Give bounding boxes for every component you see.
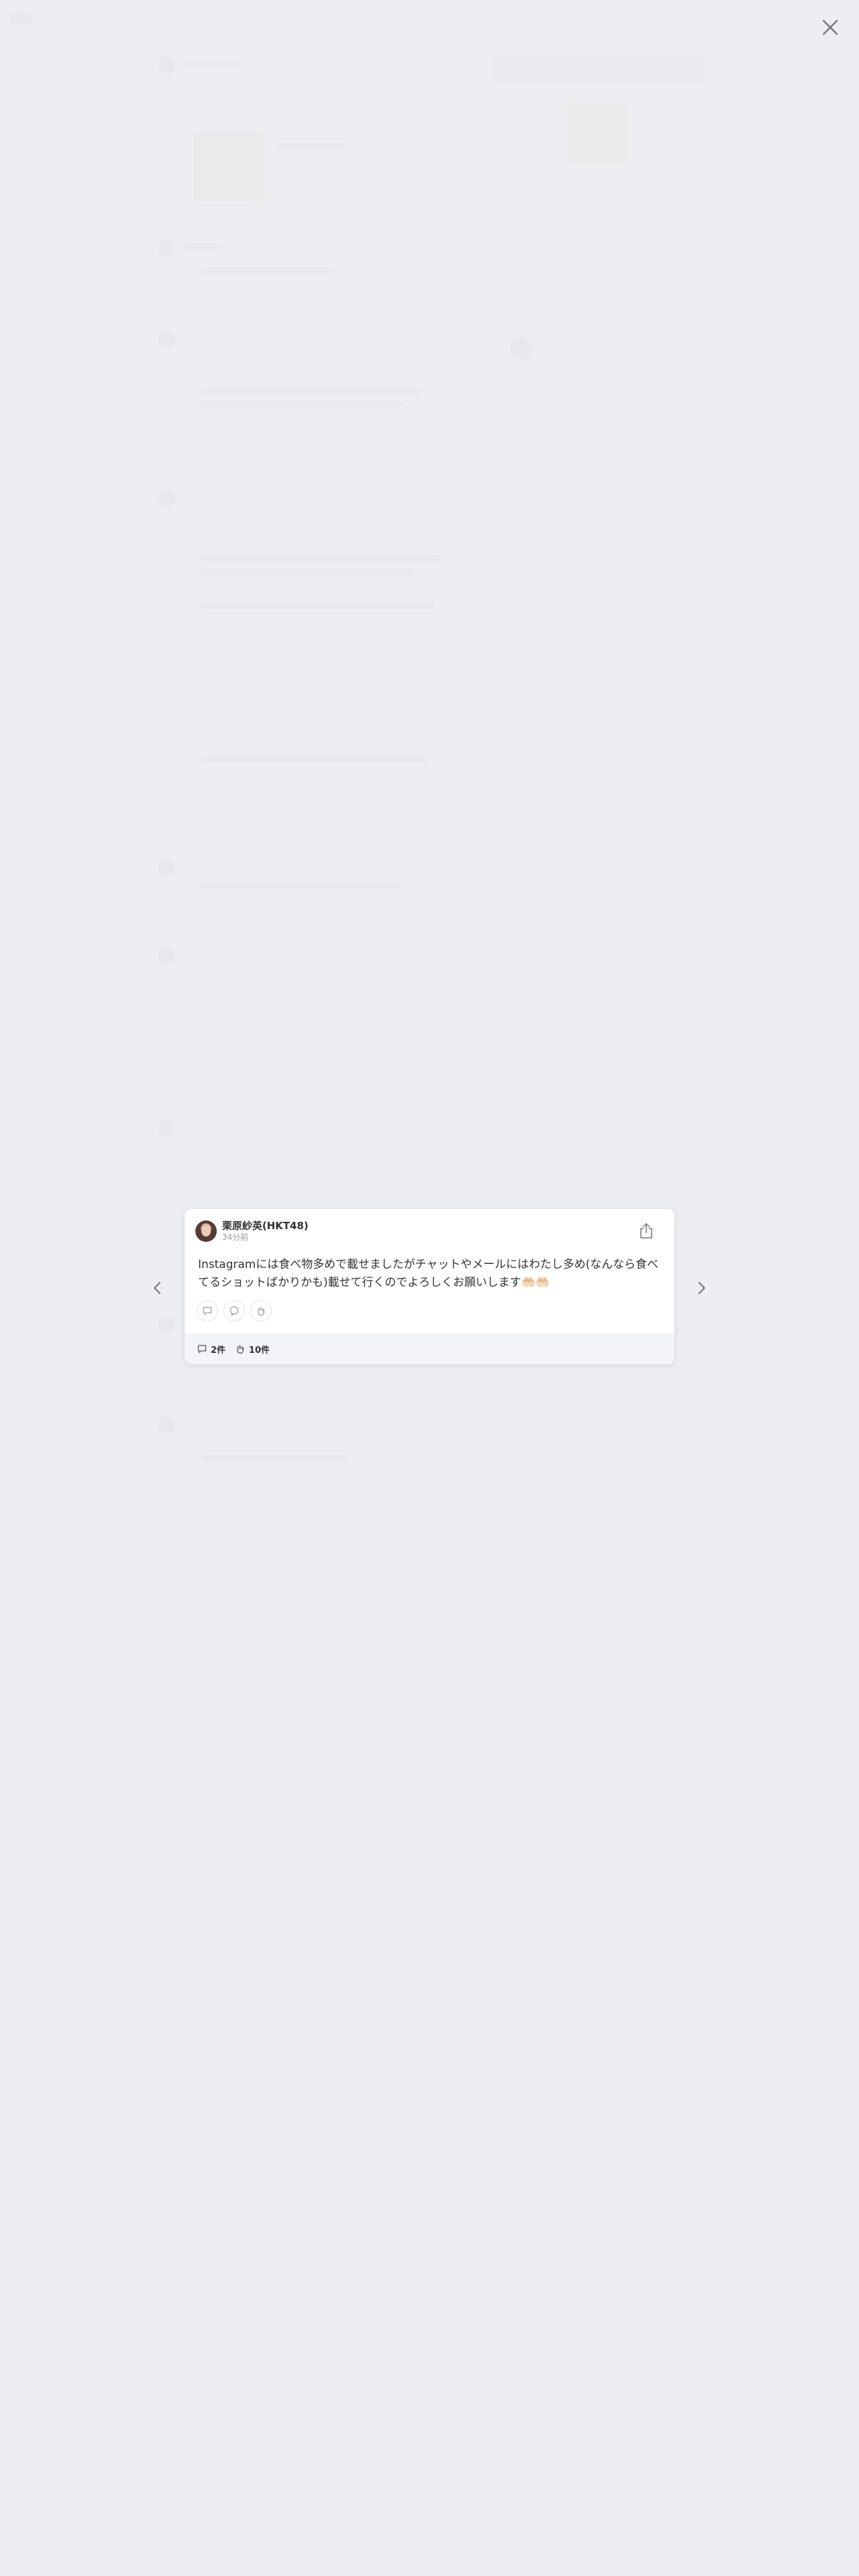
feed-text-placeholder xyxy=(201,555,442,562)
feed-avatar xyxy=(158,859,175,876)
close-button[interactable] xyxy=(820,17,840,37)
feed-avatar xyxy=(158,490,175,507)
post-footer: 2件 10件 xyxy=(185,1333,674,1364)
feed-text-placeholder xyxy=(182,60,242,67)
share-icon xyxy=(640,1223,652,1239)
feed-text-placeholder xyxy=(201,756,428,762)
feed-text-placeholder xyxy=(201,388,421,395)
feed-text-placeholder xyxy=(201,1455,348,1462)
feed-image-placeholder xyxy=(194,131,264,201)
next-post-button[interactable] xyxy=(692,1276,712,1300)
feed-text-placeholder xyxy=(277,143,344,150)
feed-text-placeholder xyxy=(182,243,222,250)
close-icon xyxy=(822,19,838,35)
chevron-left-icon xyxy=(153,1281,161,1295)
feed-text-placeholder xyxy=(201,267,335,274)
feed-avatar xyxy=(158,1416,175,1434)
feed-avatar xyxy=(158,947,175,964)
reaction-button[interactable] xyxy=(250,1300,272,1321)
feed-text-placeholder xyxy=(201,602,435,609)
reply-button[interactable] xyxy=(223,1300,245,1321)
site-logo xyxy=(9,12,32,25)
chevron-right-icon xyxy=(698,1281,706,1295)
post-body: Instagramには食べ物多めで載せましたがチャットやメールにはわたし多め(な… xyxy=(198,1258,658,1289)
feed-avatar xyxy=(158,239,175,257)
modal-overlay: 栗原紗英(HKT48) 34分前 Instagramには食べ物多めで載せましたが… xyxy=(0,0,859,2576)
side-image-placeholder xyxy=(567,104,628,165)
post-timestamp: 34分前 xyxy=(222,1232,249,1242)
reactions-count[interactable]: 10件 xyxy=(235,1343,270,1356)
hand-icon xyxy=(237,1345,244,1354)
author-block: 栗原紗英(HKT48) 34分前 xyxy=(222,1220,308,1243)
comment-icon xyxy=(203,1307,212,1315)
comments-count-label: 2件 xyxy=(211,1345,226,1356)
post-header: 栗原紗英(HKT48) 34分前 xyxy=(195,1220,308,1243)
reactions-count-label: 10件 xyxy=(249,1345,270,1356)
feed-avatar xyxy=(158,330,175,348)
comment-button[interactable] xyxy=(197,1300,218,1321)
author-name[interactable]: 栗原紗英(HKT48) xyxy=(222,1220,308,1232)
reaction-buttons xyxy=(197,1300,272,1321)
feed-text-placeholder xyxy=(201,401,401,408)
speech-bubble-icon xyxy=(229,1306,239,1316)
previous-post-button[interactable] xyxy=(147,1276,167,1300)
comment-icon xyxy=(197,1345,207,1354)
feed-avatar xyxy=(158,1119,175,1137)
avatar[interactable] xyxy=(195,1220,217,1242)
feed-text-placeholder xyxy=(201,883,401,889)
feed-text-placeholder xyxy=(201,568,415,575)
share-button[interactable] xyxy=(638,1222,654,1240)
comments-count[interactable]: 2件 xyxy=(197,1343,225,1356)
side-panel-placeholder xyxy=(492,56,705,84)
feed-avatar xyxy=(158,1316,175,1333)
feed-avatar xyxy=(158,56,175,74)
post-card: 栗原紗英(HKT48) 34分前 Instagramには食べ物多めで載せましたが… xyxy=(185,1209,674,1364)
hand-icon xyxy=(258,1307,265,1316)
side-avatar xyxy=(510,337,533,360)
